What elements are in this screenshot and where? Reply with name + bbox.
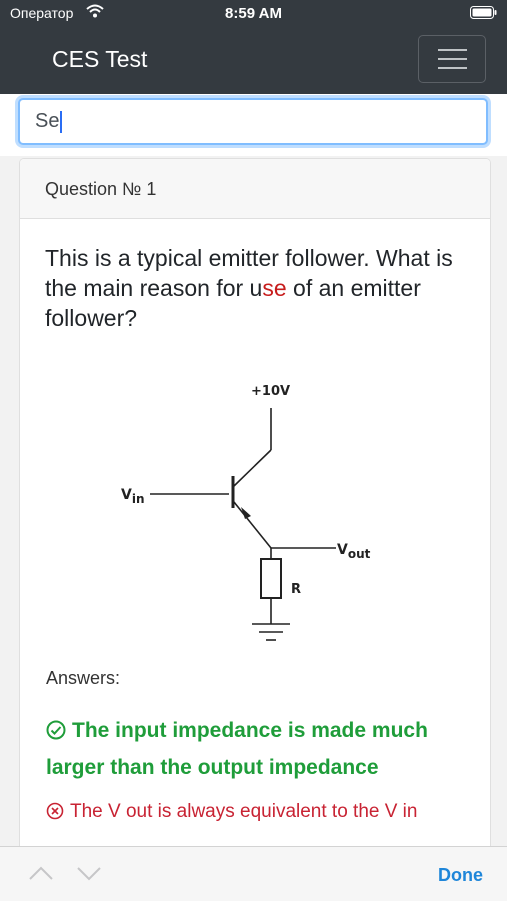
question-header: Question № 1	[20, 159, 490, 219]
search-area: Se	[0, 94, 507, 156]
question-card: Question № 1 This is a typical emitter f…	[19, 158, 491, 860]
navbar: CES Test	[0, 26, 507, 94]
vout-label: Vout	[337, 542, 371, 561]
hamburger-icon-bar	[438, 67, 467, 69]
chevron-up-icon[interactable]	[28, 865, 54, 886]
answers-label: Answers:	[46, 668, 121, 688]
battery-icon	[470, 6, 497, 22]
answer-correct-text: The input impedance is made much larger …	[46, 719, 428, 779]
search-input[interactable]: Se	[18, 98, 488, 145]
circuit-diagram: +10V Vin Vout R	[46, 348, 464, 664]
chevron-down-icon[interactable]	[76, 865, 102, 886]
check-circle-icon	[46, 717, 66, 751]
menu-toggle-button[interactable]	[418, 35, 486, 83]
search-value: Se	[35, 110, 60, 132]
hamburger-icon-bar	[438, 58, 467, 60]
question-text: This is a typical emitter follower. What…	[45, 243, 470, 333]
vout-main: V	[337, 542, 348, 558]
vin-sub: in	[132, 492, 145, 506]
supply-label: +10V	[251, 384, 290, 399]
clock: 8:59 AM	[225, 5, 282, 22]
answer-correct[interactable]: The input impedance is made much larger …	[46, 714, 476, 785]
status-bar: Оператор 8:59 AM	[0, 0, 507, 26]
x-circle-icon	[46, 802, 64, 826]
hamburger-icon	[438, 49, 467, 51]
navbar-brand[interactable]: CES Test	[52, 46, 147, 73]
vout-sub: out	[348, 547, 371, 561]
answer-wrong-text: The V out is always equivalent to the V …	[70, 801, 418, 822]
answer-wrong[interactable]: The V out is always equivalent to the V …	[46, 801, 476, 826]
search-highlight: se	[262, 275, 287, 301]
done-button[interactable]: Done	[438, 865, 483, 886]
keyboard-accessory-bar: Done	[0, 846, 507, 901]
vin-main: V	[121, 487, 132, 503]
text-caret	[60, 110, 63, 133]
resistor-label: R	[291, 582, 301, 597]
vin-label: Vin	[121, 487, 145, 506]
